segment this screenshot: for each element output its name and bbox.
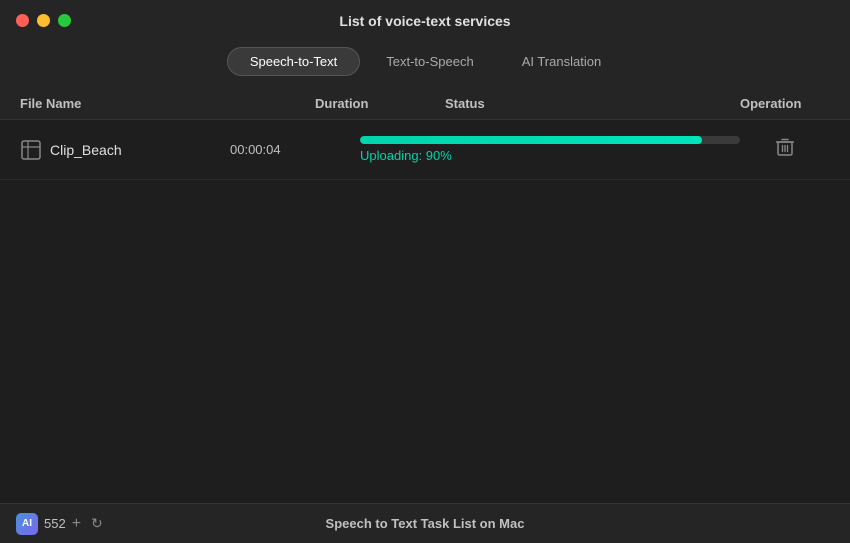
tab-text-to-speech[interactable]: Text-to-Speech [364, 47, 495, 76]
table-header: File Name Duration Status Operation [0, 88, 850, 120]
delete-button[interactable] [767, 133, 803, 166]
file-name: Clip_Beach [50, 142, 122, 158]
file-icon [20, 139, 42, 161]
window-title: List of voice-text services [339, 13, 510, 29]
close-button[interactable] [16, 14, 29, 27]
status-cell: Uploading: 90% [360, 136, 740, 163]
progress-bar-fill [360, 136, 702, 144]
ai-badge-label: AI [22, 518, 32, 529]
tab-ai-translation[interactable]: AI Translation [500, 47, 624, 76]
tab-speech-to-text[interactable]: Speech-to-Text [227, 47, 360, 76]
main-content: Speech-to-Text Text-to-Speech AI Transla… [0, 37, 850, 540]
table-row: Clip_Beach 00:00:04 Uploading: 90% [0, 120, 850, 180]
ai-badge: AI [16, 513, 38, 535]
duration-cell: 00:00:04 [230, 142, 360, 157]
header-duration: Duration [315, 96, 445, 111]
credit-count: 552 [44, 516, 66, 531]
status-text: Uploading: 90% [360, 148, 740, 163]
operation-cell [740, 133, 830, 166]
footer-title: Speech to Text Task List on Mac [326, 516, 525, 531]
add-credits-button[interactable]: + [72, 515, 81, 533]
minimize-button[interactable] [37, 14, 50, 27]
maximize-button[interactable] [58, 14, 71, 27]
header-operation: Operation [740, 96, 830, 111]
progress-bar-bg [360, 136, 740, 144]
title-bar: List of voice-text services [0, 0, 850, 37]
window-controls [16, 14, 71, 27]
bottom-left: AI 552 + ↻ [16, 513, 103, 535]
tab-bar: Speech-to-Text Text-to-Speech AI Transla… [0, 37, 850, 88]
refresh-button[interactable]: ↻ [91, 515, 103, 532]
file-name-cell: Clip_Beach [20, 139, 230, 161]
header-status: Status [445, 96, 740, 111]
header-file-name: File Name [20, 96, 315, 111]
table-body: Clip_Beach 00:00:04 Uploading: 90% [0, 120, 850, 540]
bottom-bar: AI 552 + ↻ Speech to Text Task List on M… [0, 503, 850, 543]
